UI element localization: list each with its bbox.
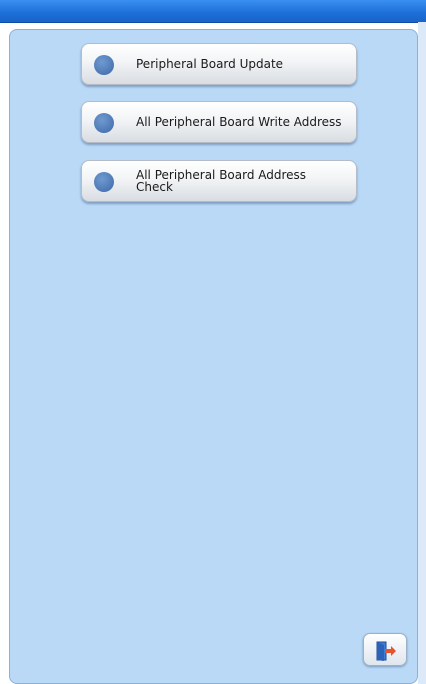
app-window: Peripheral Board Update All Peripheral B…	[0, 0, 426, 684]
exit-door-icon	[376, 641, 396, 661]
menu-item-label: All Peripheral Board Write Address	[136, 115, 342, 129]
menu-item-label: All Peripheral Board Address Check	[136, 168, 307, 194]
title-bar	[0, 0, 426, 23]
write-address-button[interactable]: All Peripheral Board Write Address	[81, 101, 357, 143]
circle-bullet-icon	[94, 172, 114, 192]
circle-bullet-icon	[94, 55, 114, 75]
menu-item-label: Peripheral Board Update	[136, 57, 284, 71]
panel-edge	[418, 22, 426, 684]
circle-bullet-icon	[94, 113, 114, 133]
peripheral-board-update-button[interactable]: Peripheral Board Update	[81, 43, 357, 85]
address-check-button[interactable]: All Peripheral Board Address Check	[81, 160, 357, 202]
exit-button[interactable]	[363, 633, 407, 666]
